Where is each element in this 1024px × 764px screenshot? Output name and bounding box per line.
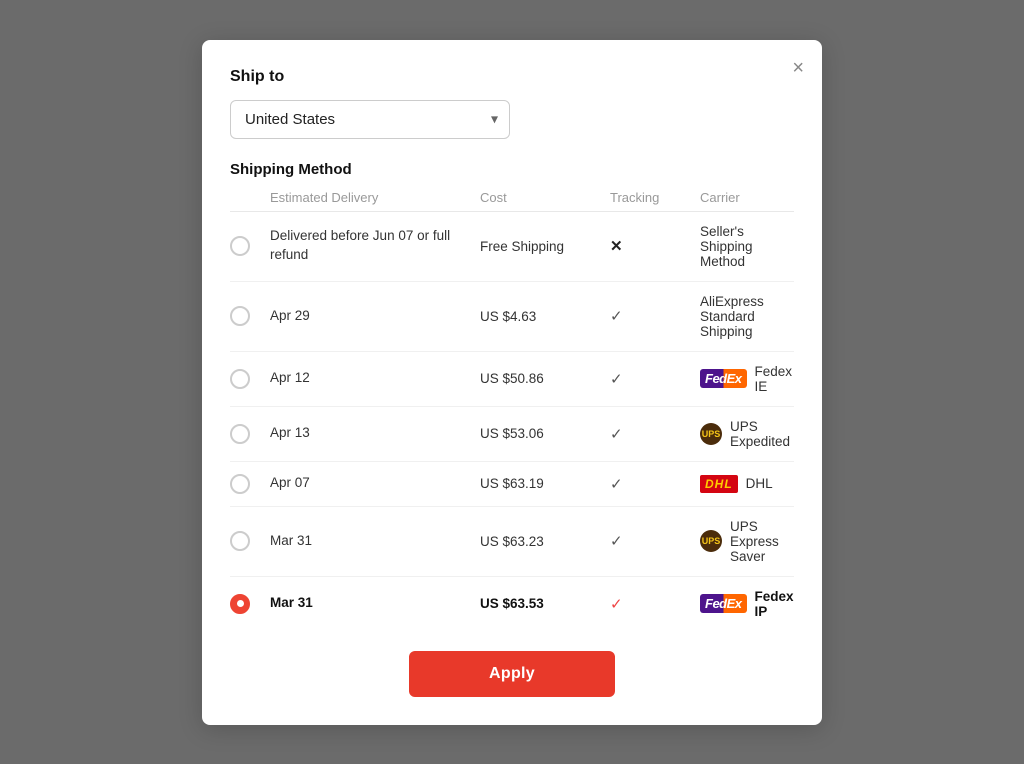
cost-text: US $63.23 (480, 534, 610, 549)
tracking-icon: ✓ (610, 370, 700, 388)
shipping-method-title: Shipping Method (230, 161, 794, 178)
close-button[interactable]: × (792, 58, 804, 78)
carrier-cell: FedEx Fedex IE (700, 364, 794, 394)
table-row[interactable]: Apr 13US $53.06✓ UPS UPS Expedited (230, 407, 794, 462)
col-tracking-header: Tracking (610, 190, 700, 205)
table-row[interactable]: Delivered before Jun 07 or full refundFr… (230, 212, 794, 282)
shipping-modal: × Ship to United States United Kingdom C… (202, 40, 822, 725)
carrier-name: DHL (746, 476, 773, 491)
tracking-check-icon: ✓ (610, 371, 623, 388)
radio-button[interactable] (230, 474, 250, 494)
delivery-text: Mar 31 (270, 532, 480, 551)
ups-logo: UPS (700, 423, 722, 445)
shipping-rows-container: Delivered before Jun 07 or full refundFr… (230, 212, 794, 631)
carrier-name: UPS Expedited (730, 419, 794, 449)
tracking-icon: ✓ (610, 532, 700, 550)
cost-text: US $4.63 (480, 309, 610, 324)
table-row[interactable]: Mar 31US $63.23✓ UPS UPS Express Saver (230, 507, 794, 577)
table-row[interactable]: Apr 29US $4.63✓ AliExpress Standard Shipp… (230, 282, 794, 352)
carrier-name: Seller's Shipping Method (700, 224, 794, 269)
delivery-text: Delivered before Jun 07 or full refund (270, 227, 480, 265)
apply-button[interactable]: Apply (409, 651, 615, 697)
carrier-cell: UPS UPS Express Saver (700, 519, 794, 564)
carrier-cell: DHL DHL (700, 475, 794, 493)
tracking-check-icon: ✓ (610, 533, 623, 550)
delivery-text: Apr 12 (270, 369, 480, 388)
country-select-wrapper: United States United Kingdom Canada Aust… (230, 100, 510, 139)
tracking-icon: ✕ (610, 237, 700, 255)
fedex-logo: FedEx (700, 369, 747, 388)
carrier-name: Fedex IE (755, 364, 794, 394)
table-row[interactable]: Mar 31US $63.53✓ FedEx Fedex IP (230, 577, 794, 631)
cost-text: US $53.06 (480, 426, 610, 441)
tracking-icon: ✓ (610, 425, 700, 443)
dhl-logo: DHL (700, 475, 738, 493)
tracking-check-icon: ✓ (610, 426, 623, 443)
ship-to-label: Ship to (230, 68, 794, 86)
table-row[interactable]: Apr 07US $63.19✓ DHL DHL (230, 462, 794, 507)
carrier-cell: UPS UPS Expedited (700, 419, 794, 449)
tracking-check-icon: ✓ (610, 476, 623, 493)
delivery-text: Apr 13 (270, 424, 480, 443)
delivery-text: Apr 29 (270, 307, 480, 326)
carrier-cell: FedEx Fedex IP (700, 589, 794, 619)
tracking-x-icon: ✕ (610, 238, 623, 255)
cost-text: US $63.19 (480, 476, 610, 491)
tracking-icon: ✓ (610, 307, 700, 325)
cost-text: Free Shipping (480, 239, 610, 254)
country-select[interactable]: United States United Kingdom Canada Aust… (230, 100, 510, 139)
cost-text: US $50.86 (480, 371, 610, 386)
carrier-cell: AliExpress Standard Shipping (700, 294, 794, 339)
apply-button-wrapper: Apply (230, 651, 794, 697)
radio-button[interactable] (230, 306, 250, 326)
tracking-check-icon: ✓ (610, 596, 623, 613)
carrier-name: AliExpress Standard Shipping (700, 294, 794, 339)
cost-text: US $63.53 (480, 596, 610, 611)
radio-button[interactable] (230, 369, 250, 389)
tracking-check-icon: ✓ (610, 308, 623, 325)
radio-button[interactable] (230, 594, 250, 614)
radio-button[interactable] (230, 424, 250, 444)
col-radio-header (230, 190, 270, 205)
carrier-name: Fedex IP (755, 589, 794, 619)
carrier-cell: Seller's Shipping Method (700, 224, 794, 269)
radio-button[interactable] (230, 236, 250, 256)
delivery-text: Mar 31 (270, 594, 480, 613)
col-carrier-header: Carrier (700, 190, 794, 205)
radio-button[interactable] (230, 531, 250, 551)
ups-logo: UPS (700, 530, 722, 552)
col-cost-header: Cost (480, 190, 610, 205)
table-row[interactable]: Apr 12US $50.86✓ FedEx Fedex IE (230, 352, 794, 407)
tracking-icon: ✓ (610, 595, 700, 613)
table-header: Estimated Delivery Cost Tracking Carrier (230, 190, 794, 212)
col-delivery-header: Estimated Delivery (270, 190, 480, 205)
tracking-icon: ✓ (610, 475, 700, 493)
delivery-text: Apr 07 (270, 474, 480, 493)
carrier-name: UPS Express Saver (730, 519, 794, 564)
fedex-logo: FedEx (700, 594, 747, 613)
